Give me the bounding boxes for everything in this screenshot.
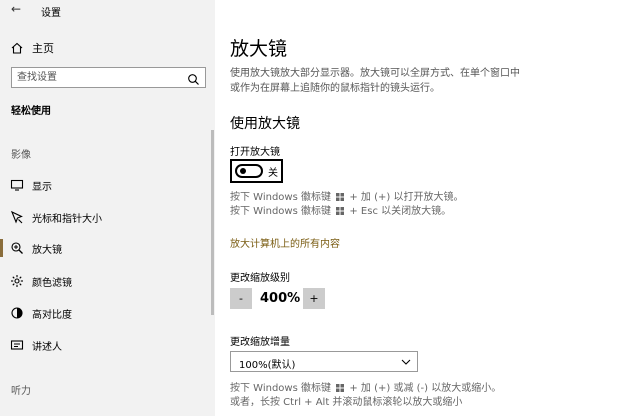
sidebar-item-label: 放大镜 — [32, 245, 62, 256]
hint-text: 按下 Windows 徽标键 — [230, 192, 331, 203]
nav-home[interactable]: 主页 — [0, 36, 215, 58]
group-label-vision: 影像 — [11, 150, 31, 161]
sidebar-item-label: 光标和指针大小 — [32, 214, 102, 225]
nav-home-label: 主页 — [32, 42, 54, 55]
sidebar-item-label: 高对比度 — [32, 310, 72, 321]
sidebar-item-cursor[interactable]: 光标和指针大小 — [0, 206, 215, 228]
hint-close: 按下 Windows 徽标键 + Esc 以关闭放大镜。 — [230, 204, 451, 219]
description-line: 或作为在屏幕上追随你的鼠标指针的镜头运行。 — [230, 83, 440, 94]
display-icon — [10, 178, 24, 192]
magnify-everything-link[interactable]: 放大计算机上的所有内容 — [230, 235, 340, 250]
magnifier-icon — [10, 241, 24, 255]
hint-text: + 加 (+) 或减 (-) 以放大或缩小。 — [349, 383, 502, 394]
sidebar: ← 设置 主页 轻松使用 影像 显示 光标和指针大小 放大镜 — [0, 0, 215, 416]
section-title: 使用放大镜 — [230, 116, 300, 132]
home-icon — [10, 40, 24, 54]
windows-logo-icon — [336, 384, 345, 392]
windows-logo-icon — [336, 193, 345, 201]
page-title: 放大镜 — [230, 38, 288, 60]
zoom-level-value: 400% — [260, 291, 301, 306]
zoom-increment-label: 更改缩放增量 — [230, 337, 290, 348]
sidebar-item-label: 讲述人 — [32, 342, 62, 353]
zoom-increment-select[interactable]: 100%(默认) — [230, 351, 418, 372]
chevron-down-icon — [401, 359, 411, 365]
high-contrast-icon — [10, 306, 24, 320]
cursor-icon — [10, 210, 24, 224]
description-line: 使用放大镜放大部分显示器。放大镜可以全屏方式、在单个窗口中 — [230, 68, 520, 79]
search-input[interactable] — [17, 70, 177, 85]
sidebar-item-label: 显示 — [32, 182, 52, 193]
main-content: 放大镜 使用放大镜放大部分显示器。放大镜可以全屏方式、在单个窗口中 或作为在屏幕… — [230, 0, 640, 416]
narrator-icon — [10, 338, 24, 352]
hint-open: 按下 Windows 徽标键 + 加 (+) 以打开放大镜。 — [230, 190, 463, 205]
hint-zoom-keys: 按下 Windows 徽标键 + 加 (+) 或减 (-) 以放大或缩小。 — [230, 381, 501, 396]
windows-logo-icon — [336, 207, 345, 215]
sidebar-item-display[interactable]: 显示 — [0, 174, 215, 196]
page-description: 使用放大镜放大部分显示器。放大镜可以全屏方式、在单个窗口中 或作为在屏幕上追随你… — [230, 66, 550, 96]
sidebar-item-narrator[interactable]: 讲述人 — [0, 334, 215, 356]
sidebar-section-title: 轻松使用 — [11, 106, 51, 117]
hint-zoom-mouse: 或者，长按 Ctrl + Alt 并滚动鼠标滚轮以放大或缩小 — [230, 397, 463, 408]
zoom-in-button[interactable]: + — [303, 288, 325, 309]
search-box[interactable] — [11, 67, 206, 88]
title-bar: ← 设置 — [0, 0, 215, 20]
toggle-state: 关 — [268, 168, 278, 179]
sidebar-item-color-filter[interactable]: 颜色滤镜 — [0, 270, 215, 292]
group-label-hearing: 听力 — [11, 386, 31, 397]
zoom-increment-value: 100%(默认) — [239, 360, 296, 371]
hint-text: 按下 Windows 徽标键 — [230, 206, 331, 217]
search-icon[interactable] — [187, 71, 200, 85]
zoom-out-button[interactable]: - — [230, 288, 252, 309]
sidebar-item-label: 颜色滤镜 — [32, 278, 72, 289]
sidebar-scrollbar[interactable] — [211, 130, 214, 315]
hint-text: 按下 Windows 徽标键 — [230, 383, 331, 394]
color-filter-icon — [10, 274, 24, 288]
app-title: 设置 — [41, 8, 61, 19]
zoom-level-label: 更改缩放级别 — [230, 273, 290, 284]
toggle-label: 打开放大镜 — [230, 147, 280, 158]
back-arrow-icon[interactable]: ← — [11, 3, 21, 15]
sidebar-item-high-contrast[interactable]: 高对比度 — [0, 302, 215, 324]
sidebar-item-magnifier[interactable]: 放大镜 — [0, 237, 215, 259]
toggle-knob — [240, 168, 246, 174]
hint-text: + 加 (+) 以打开放大镜。 — [349, 192, 464, 203]
magnifier-toggle[interactable]: 关 — [230, 159, 283, 183]
toggle-switch[interactable] — [235, 164, 263, 178]
hint-text: + Esc 以关闭放大镜。 — [349, 206, 452, 217]
